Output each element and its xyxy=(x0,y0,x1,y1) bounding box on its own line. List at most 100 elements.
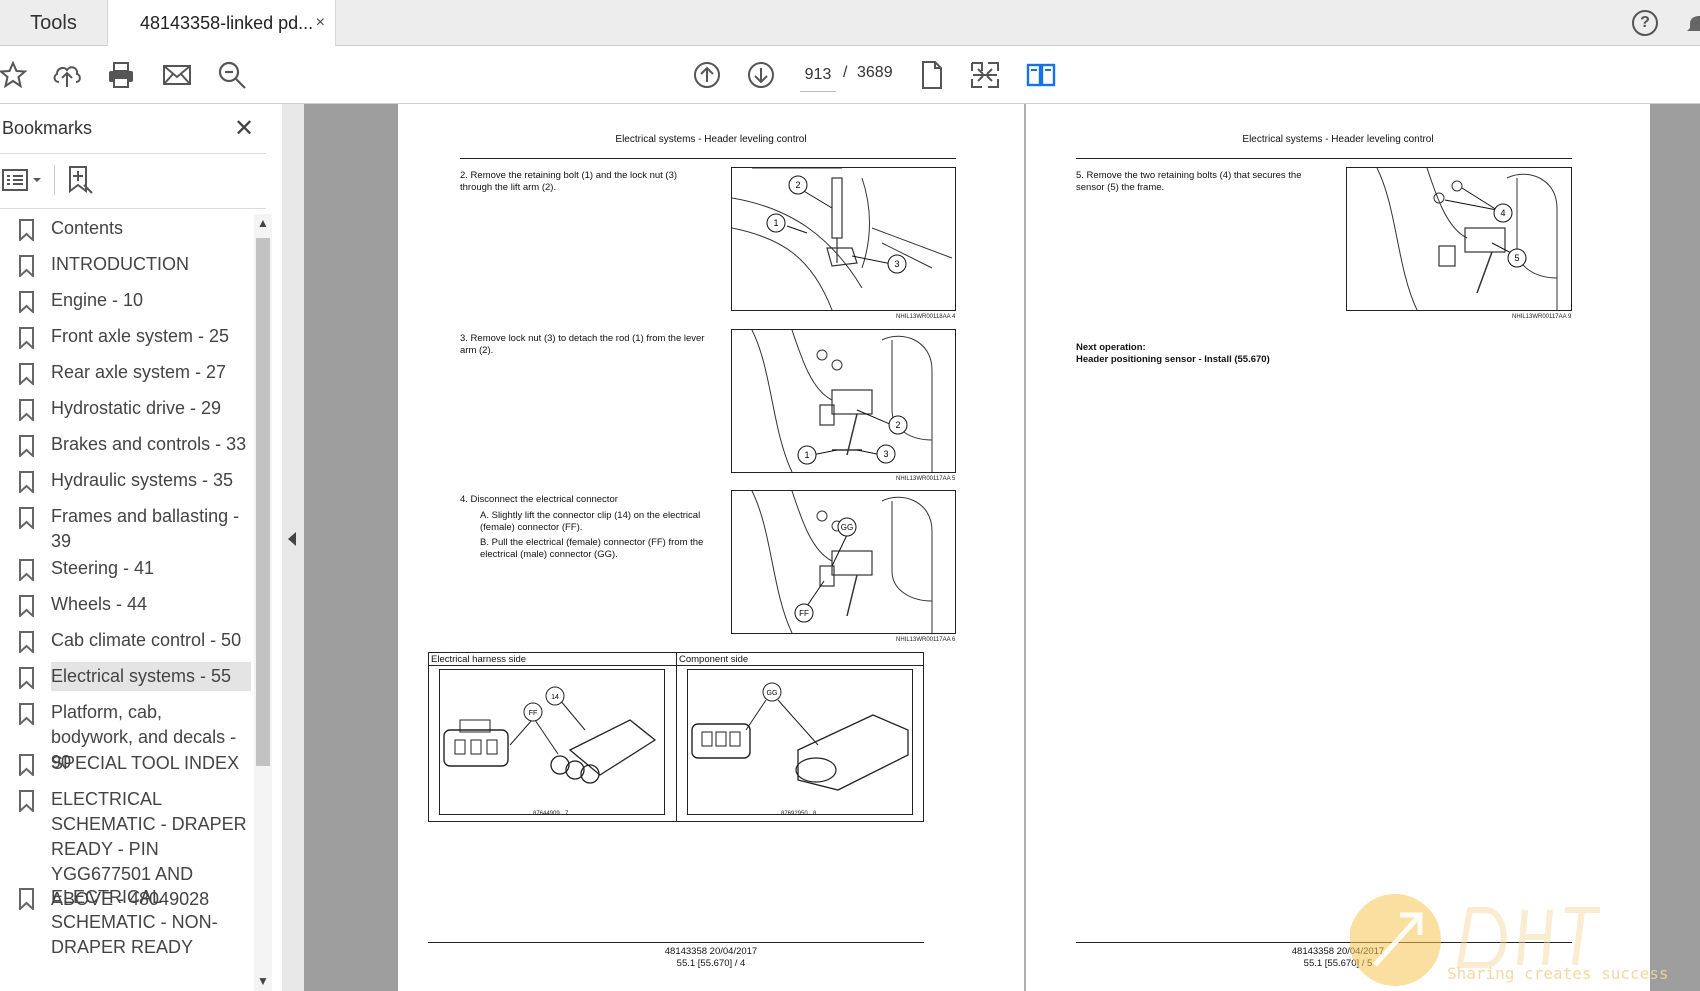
bookmark-item[interactable]: Rear axle system - 27 xyxy=(18,358,254,387)
single-page-icon[interactable] xyxy=(915,58,949,92)
bookmark-item[interactable]: Electrical systems - 55 xyxy=(18,662,254,691)
tab-tools[interactable]: Tools xyxy=(0,0,108,46)
callout-3: 3 xyxy=(883,449,888,459)
bell-icon[interactable] xyxy=(1686,12,1700,34)
cloud-upload-icon[interactable] xyxy=(50,58,84,92)
bookmark-item[interactable]: INTRODUCTION xyxy=(18,250,254,279)
footer-date: 48143358 20/04/2017 xyxy=(664,946,758,957)
page-up-icon[interactable] xyxy=(690,58,724,92)
bookmark-label: Hydraulic systems - 35 xyxy=(51,470,234,490)
watermark-text: Sharing creates success xyxy=(1447,964,1669,983)
bookmark-item[interactable]: ELECTRICAL SCHEMATIC - NON-DRAPER READY xyxy=(18,883,254,962)
bookmark-item[interactable]: Cab climate control - 50 xyxy=(18,626,254,655)
bookmark-label: Engine - 10 xyxy=(51,290,144,310)
tab-document[interactable]: 48143358-linked pd... × xyxy=(108,0,336,47)
bookmarks-panel: Bookmarks ✕ Contents INTRODUCTION Engine -… xyxy=(0,104,282,991)
header-rule xyxy=(1076,158,1572,159)
bookmark-add-icon[interactable] xyxy=(66,165,96,195)
bookmark-flag-icon xyxy=(19,754,34,776)
figure-9: 4 5 xyxy=(1346,167,1572,311)
component-connector-illustration: GG xyxy=(691,682,909,791)
bookmark-options-icon[interactable] xyxy=(2,167,44,193)
header-rule xyxy=(460,158,956,159)
bookmark-item[interactable]: Hydrostatic drive - 29 xyxy=(18,394,254,423)
bookmark-item[interactable]: Wheels - 44 xyxy=(18,590,254,619)
bookmark-label: Wheels - 44 xyxy=(51,594,148,614)
footer-page: 55.1 [55.670] / 4 xyxy=(676,958,746,969)
figure-4-code: NHIL13WR00118AA xyxy=(896,314,951,320)
panel-splitter[interactable] xyxy=(282,104,304,991)
bookmark-item[interactable]: Hydraulic systems - 35 xyxy=(18,466,254,495)
bookmark-flag-icon xyxy=(19,888,34,910)
lift-arm-illustration: 2 1 3 xyxy=(731,167,953,311)
callout-14: 14 xyxy=(551,694,559,701)
table-caption-harness: Electrical harness side xyxy=(431,654,527,665)
bookmarks-toolbar xyxy=(0,155,266,209)
bookmark-label: Electrical systems - 55 xyxy=(51,662,251,691)
star-icon[interactable] xyxy=(0,58,30,92)
step-4a: A. Slightly lift the connector clip (14)… xyxy=(480,510,701,533)
help-icon[interactable]: ? xyxy=(1632,10,1658,36)
page-divider xyxy=(1024,104,1026,991)
bookmark-label: Front axle system - 25 xyxy=(51,326,230,346)
scrollbar-thumb[interactable] xyxy=(256,238,270,766)
page-total: 3689 xyxy=(857,64,893,81)
page-header: Electrical systems - Header leveling con… xyxy=(1242,134,1434,145)
bookmark-flag-icon xyxy=(19,363,34,385)
close-icon[interactable]: ✕ xyxy=(234,114,254,143)
next-operation-label: Next operation: xyxy=(1076,342,1146,353)
bookmark-label: Cab climate control - 50 xyxy=(51,630,242,650)
table-divider xyxy=(676,653,677,821)
connector-table: Electrical harness side Component side F… xyxy=(428,652,924,822)
connector-illustration: GG FF xyxy=(751,490,933,634)
bookmark-item[interactable]: Steering - 41 xyxy=(18,554,254,583)
bookmarks-list: Contents INTRODUCTION Engine - 10 Front axl… xyxy=(0,214,254,991)
page-left: Electrical systems - Header leveling con… xyxy=(398,104,1024,991)
callout-FF: FF xyxy=(799,609,809,618)
page-down-icon[interactable] xyxy=(744,58,778,92)
step-2: 2. Remove the retaining bolt (1) and the… xyxy=(460,170,678,193)
figure-7-code: 87644909 xyxy=(533,811,560,817)
bookmark-item[interactable]: Engine - 10 xyxy=(18,286,254,315)
step-5: 5. Remove the two retaining bolts (4) th… xyxy=(1076,170,1302,193)
page-right: Electrical systems - Header leveling con… xyxy=(1026,104,1650,991)
figure-6-code: NHIL13WR00117AA xyxy=(896,637,951,643)
bookmark-label: Brakes and controls - 33 xyxy=(51,434,247,454)
callout-2: 2 xyxy=(895,420,900,430)
two-page-icon[interactable] xyxy=(1024,58,1058,92)
bookmark-label: INTRODUCTION xyxy=(51,254,189,274)
table-caption-component: Component side xyxy=(679,654,749,665)
bookmark-item[interactable]: Front axle system - 25 xyxy=(18,322,254,351)
scroll-up-icon[interactable]: ▲ xyxy=(257,216,269,230)
tab-bar: Tools 48143358-linked pd... × ? xyxy=(0,0,1700,47)
bookmarks-scrollbar[interactable]: ▲ ▼ xyxy=(254,214,272,991)
page-header: Electrical systems - Header leveling con… xyxy=(615,134,807,145)
toolbar-divider xyxy=(54,165,55,195)
bookmark-flag-icon xyxy=(19,595,34,617)
bookmark-label: Contents xyxy=(51,218,124,238)
callout-2: 2 xyxy=(795,180,800,190)
scroll-down-icon[interactable]: ▼ xyxy=(257,974,269,988)
callout-4: 4 xyxy=(1500,208,1505,218)
page-number-input[interactable]: 913 xyxy=(800,58,836,92)
figure-6: GG FF xyxy=(731,490,956,634)
mail-icon[interactable] xyxy=(160,58,194,92)
bookmark-flag-icon xyxy=(19,559,34,581)
bookmark-item[interactable]: SPECIAL TOOL INDEX xyxy=(18,749,254,778)
zoom-search-icon[interactable] xyxy=(215,58,249,92)
step-4: 4. Disconnect the electrical connector xyxy=(460,494,618,505)
figure-8-code: 87692950 xyxy=(781,811,808,817)
fit-page-icon[interactable] xyxy=(968,58,1002,92)
tab-close-icon[interactable]: × xyxy=(316,14,325,32)
bookmark-item[interactable]: Brakes and controls - 33 xyxy=(18,430,254,459)
print-icon[interactable] xyxy=(104,58,138,92)
table-header-rule xyxy=(429,665,923,666)
toolbar: 913 / 3689 xyxy=(0,46,1700,104)
collapse-panel-icon[interactable] xyxy=(288,532,296,546)
bookmark-flag-icon xyxy=(19,255,34,277)
bookmark-flag-icon xyxy=(19,219,34,241)
bookmark-label: SPECIAL TOOL INDEX xyxy=(51,753,240,773)
next-operation-link[interactable]: Header positioning sensor - Install (55.… xyxy=(1076,354,1270,366)
bookmark-item[interactable]: Frames and ballasting - 39 xyxy=(18,502,254,556)
bookmark-item[interactable]: Contents xyxy=(18,214,254,243)
